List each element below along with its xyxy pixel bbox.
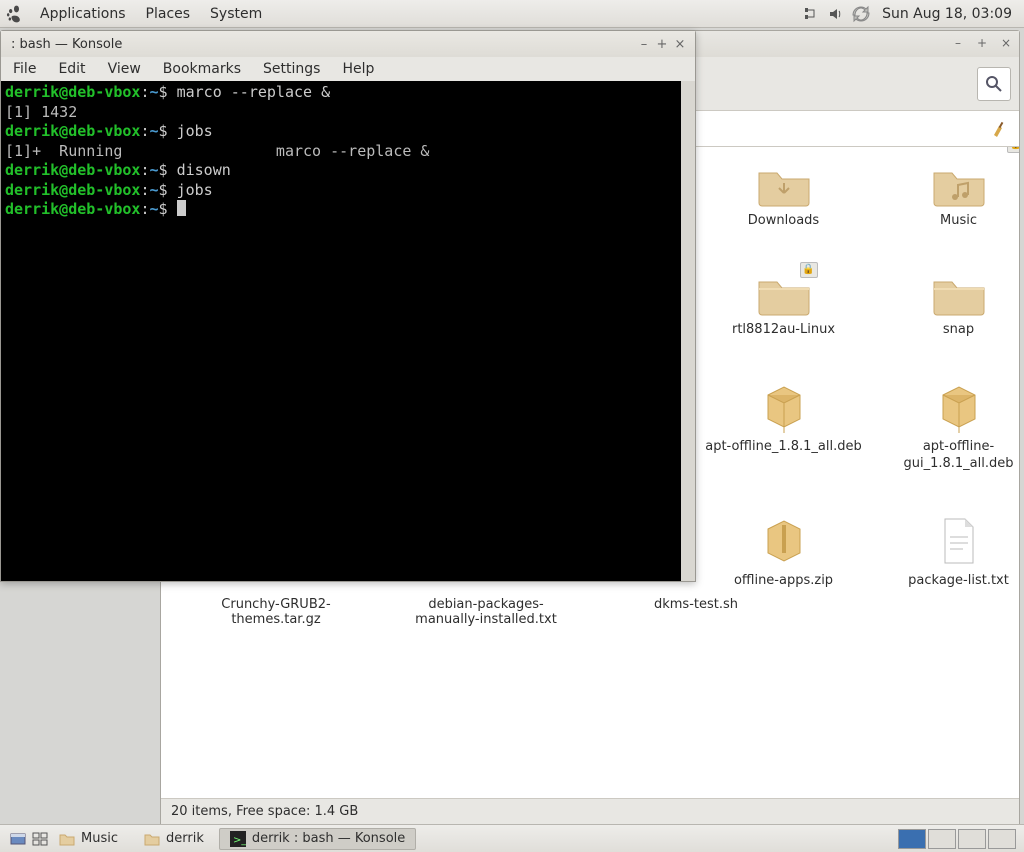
search-icon — [984, 74, 1004, 94]
konsole-titlebar[interactable]: : bash — Konsole – + × — [1, 31, 695, 57]
zip-icon: 🔒 — [762, 515, 806, 567]
fm-item[interactable]: package-list.txt — [871, 509, 1019, 596]
panel-clock[interactable]: Sun Aug 18, 03:09 — [874, 6, 1020, 22]
fm-item-label: dkms-test.sh — [611, 597, 781, 627]
package-icon — [937, 381, 981, 433]
lock-badge-icon: 🔒 — [800, 262, 818, 278]
fm-item[interactable]: snap — [871, 266, 1019, 345]
show-desktop-button[interactable] — [4, 831, 26, 847]
fm-item[interactable]: 🔒 rtl8812au-Linux — [696, 266, 871, 345]
bottom-panel: Music derrik >_ derrik : bash — Konsole — [0, 824, 1024, 852]
terminal-cursor — [177, 200, 186, 216]
konsole-menu-view[interactable]: View — [98, 59, 151, 79]
clear-icon[interactable] — [991, 120, 1009, 138]
network-icon[interactable] — [800, 4, 824, 24]
folder-icon — [144, 831, 160, 847]
folder-icon — [931, 163, 987, 207]
terminal-line: derrik@deb-vbox:~$ jobs — [5, 181, 691, 201]
workspace-switcher — [894, 829, 1020, 849]
fm-minimize-button[interactable]: – — [951, 37, 965, 51]
workspace-3[interactable] — [958, 829, 986, 849]
konsole-menu-help[interactable]: Help — [332, 59, 384, 79]
terminal-line: derrik@deb-vbox:~$ — [5, 200, 691, 220]
konsole-menu-bookmarks[interactable]: Bookmarks — [153, 59, 251, 79]
folder-icon: 🔒 — [756, 272, 812, 316]
konsole-menu-edit[interactable]: Edit — [48, 59, 95, 79]
folder-icon — [931, 272, 987, 316]
fm-item[interactable]: Music — [871, 157, 1019, 236]
fm-item-label: offline-apps.zip — [734, 573, 833, 590]
panel-menu-applications[interactable]: Applications — [30, 2, 136, 26]
fm-item-label: rtl8812au-Linux — [732, 322, 835, 339]
window-list-icon[interactable] — [26, 831, 48, 847]
svg-text:>_: >_ — [233, 835, 246, 846]
konsole-window: : bash — Konsole – + × FileEditViewBookm… — [0, 30, 696, 582]
terminal-icon: >_ — [230, 831, 246, 847]
terminal-line: [1] 1432 — [5, 103, 691, 123]
fm-item-label: apt-offline-gui_1.8.1_all.deb — [879, 439, 1020, 473]
taskbar-task[interactable]: Music — [48, 828, 129, 850]
fm-item[interactable]: apt-offline-gui_1.8.1_all.deb — [871, 375, 1019, 479]
fm-maximize-button[interactable]: + — [975, 37, 989, 51]
taskbar-task[interactable]: >_ derrik : bash — Konsole — [219, 828, 416, 850]
konsole-menu-settings[interactable]: Settings — [253, 59, 330, 79]
fm-statusbar: 20 items, Free space: 1.4 GB — [161, 798, 1019, 824]
terminal-line: derrik@deb-vbox:~$ disown — [5, 161, 691, 181]
fm-item-label: package-list.txt — [908, 573, 1009, 590]
terminal-line: derrik@deb-vbox:~$ marco --replace & — [5, 83, 691, 103]
folder-icon — [756, 163, 812, 207]
konsole-menubar: FileEditViewBookmarksSettingsHelp — [1, 57, 695, 81]
fm-item-label: Music — [940, 213, 977, 230]
fm-item-label: snap — [943, 322, 974, 339]
top-panel: Applications Places System Sun Aug 18, 0… — [0, 0, 1024, 28]
fm-search-button[interactable] — [977, 67, 1011, 101]
fm-status-text: 20 items, Free space: 1.4 GB — [171, 804, 358, 819]
fm-item[interactable]: apt-offline_1.8.1_all.deb — [696, 375, 871, 479]
update-icon[interactable] — [848, 3, 874, 25]
konsole-maximize-button[interactable]: + — [653, 37, 671, 52]
workspace-1[interactable] — [898, 829, 926, 849]
konsole-terminal[interactable]: derrik@deb-vbox:~$ marco --replace &[1] … — [1, 81, 695, 581]
lock-badge-icon: 🔒 — [1007, 147, 1019, 153]
fm-close-button[interactable]: × — [999, 37, 1013, 51]
workspace-4[interactable] — [988, 829, 1016, 849]
panel-menu-places[interactable]: Places — [136, 2, 201, 26]
konsole-scrollbar[interactable] — [681, 81, 695, 581]
workspace-2[interactable] — [928, 829, 956, 849]
fm-item-label: Crunchy-GRUB2-themes.tar.gz — [191, 597, 361, 627]
taskbar-task-label: derrik — [166, 831, 204, 846]
volume-icon[interactable] — [824, 4, 848, 24]
taskbar-task-label: Music — [81, 831, 118, 846]
gnome-foot-icon — [4, 4, 24, 24]
konsole-minimize-button[interactable]: – — [635, 37, 653, 52]
terminal-line: derrik@deb-vbox:~$ jobs — [5, 122, 691, 142]
fm-item[interactable]: 🔒 offline-apps.zip — [696, 509, 871, 596]
fm-item-label: Downloads — [748, 213, 819, 230]
konsole-close-button[interactable]: × — [671, 37, 689, 52]
fm-item[interactable]: Downloads — [696, 157, 871, 236]
konsole-menu-file[interactable]: File — [3, 59, 46, 79]
text-icon — [937, 515, 981, 567]
terminal-line: [1]+ Running marco --replace & — [5, 142, 691, 162]
taskbar-task-label: derrik : bash — Konsole — [252, 831, 405, 846]
fm-item-label: debian-packages-manually-installed.txt — [401, 597, 571, 627]
taskbar-task[interactable]: derrik — [133, 828, 215, 850]
panel-menu-system[interactable]: System — [200, 2, 272, 26]
package-icon — [762, 381, 806, 433]
konsole-title: : bash — Konsole — [7, 37, 635, 52]
fm-item-label: apt-offline_1.8.1_all.deb — [705, 439, 862, 456]
folder-icon — [59, 831, 75, 847]
